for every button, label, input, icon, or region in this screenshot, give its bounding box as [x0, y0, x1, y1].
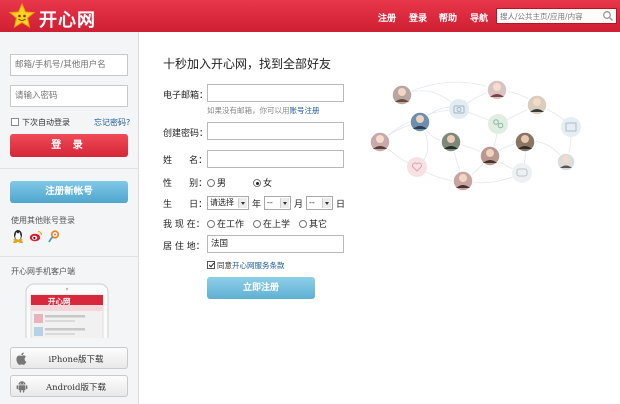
avatar-8 — [514, 131, 536, 153]
gallery-icon — [561, 117, 581, 137]
friends-icon — [488, 114, 508, 134]
auto-login[interactable]: 下次自动登录 — [11, 117, 70, 128]
birthday-year-value: 请选择 — [210, 198, 234, 207]
status-working-label: 在工作 — [217, 220, 245, 230]
day-unit: 日 — [336, 200, 346, 210]
name-label: 姓 名： — [163, 156, 208, 166]
gender-female-label: 女 — [263, 179, 273, 189]
status-school-radio[interactable] — [253, 220, 261, 228]
year-unit: 年 — [252, 200, 262, 210]
gender-option-male[interactable]: 男 — [207, 176, 226, 189]
gender-female-radio[interactable] — [253, 179, 261, 187]
month-unit: 月 — [294, 200, 304, 210]
create-password-input[interactable] — [207, 122, 344, 140]
terms-agreement[interactable]: 同意开心网服务条款 — [207, 260, 285, 271]
phone-mockup-image — [25, 283, 109, 338]
avatar-5 — [369, 131, 391, 153]
divider — [0, 168, 138, 169]
password-input[interactable] — [11, 86, 127, 106]
weibo-icon[interactable] — [29, 229, 43, 243]
auto-login-checkbox[interactable] — [11, 118, 19, 126]
android-download-label: Android版下载 — [46, 383, 106, 393]
birthday-day-select[interactable]: -- — [306, 196, 333, 210]
terms-agree-text: 同意 — [217, 261, 232, 270]
status-option-other[interactable]: 其它 — [299, 217, 327, 230]
friend-network-illustration — [369, 79, 581, 192]
message-icon — [512, 163, 532, 183]
form-title: 十秒加入开心网，找到全部好友 — [163, 57, 332, 71]
qq-icon[interactable] — [11, 229, 25, 243]
nav-navigation[interactable]: 导航 — [470, 11, 488, 24]
avatar-3 — [486, 79, 508, 101]
email-hint: 如果没有邮箱，你可以用账号注册 — [207, 105, 320, 116]
email-label: 电子邮箱： — [163, 91, 209, 101]
gender-option-female[interactable]: 女 — [253, 176, 272, 189]
chevron-down-icon — [238, 198, 247, 208]
account-field — [10, 54, 128, 76]
camera-icon — [449, 99, 469, 119]
android-download-button[interactable]: Android版下载 — [10, 375, 128, 397]
iphone-download-label: iPhone版下载 — [48, 355, 104, 365]
nav-login[interactable]: 登录 — [409, 11, 427, 24]
email-input[interactable] — [207, 84, 344, 102]
avatar-2 — [409, 111, 431, 133]
search-input[interactable] — [497, 9, 601, 23]
name-input[interactable] — [207, 150, 344, 168]
submit-register-button[interactable]: 立即注册 — [207, 277, 315, 299]
residence-label: 居 住 地： — [163, 242, 205, 252]
avatar-10 — [452, 170, 474, 192]
password-field — [10, 85, 128, 107]
status-other-label: 其它 — [309, 220, 328, 230]
auto-login-label: 下次自动登录 — [22, 118, 70, 127]
avatar-6 — [440, 131, 462, 153]
birthday-month-value: -- — [267, 198, 273, 207]
avatar-4 — [526, 94, 548, 116]
status-option-working[interactable]: 在工作 — [207, 217, 244, 230]
star-logo-icon — [8, 3, 36, 29]
phone-app-title: 开心网 — [48, 297, 71, 306]
password-label: 创建密码： — [163, 129, 209, 139]
heart-icon — [407, 157, 427, 177]
iphone-download-button[interactable]: iPhone版下载 — [10, 347, 128, 369]
avatar-9 — [556, 152, 576, 172]
logo-text: 开心网 — [39, 10, 96, 31]
tencent-weibo-icon[interactable] — [47, 229, 61, 243]
birthday-day-value: -- — [309, 198, 315, 207]
search-icon[interactable] — [601, 10, 615, 22]
terms-link[interactable]: 开心网服务条款 — [232, 261, 285, 270]
avatar-1 — [391, 84, 413, 106]
gender-male-radio[interactable] — [207, 179, 215, 187]
status-option-school[interactable]: 在上学 — [253, 217, 290, 230]
residence-input[interactable]: 法国 — [207, 235, 344, 253]
forgot-password-link[interactable]: 忘记密码? — [94, 117, 130, 128]
status-label: 我 现 在： — [163, 220, 205, 230]
chevron-down-icon — [322, 198, 331, 208]
register-button[interactable]: 注册新帐号 — [10, 181, 128, 203]
status-school-label: 在上学 — [263, 220, 291, 230]
account-input[interactable] — [11, 55, 127, 75]
mobile-client-title: 开心网手机客户端 — [11, 267, 75, 276]
login-button[interactable]: 登 录 — [10, 134, 128, 157]
terms-checkbox[interactable] — [207, 261, 215, 269]
site-logo[interactable]: 开心网 — [8, 3, 98, 31]
gender-male-label: 男 — [217, 179, 227, 189]
chevron-down-icon — [280, 198, 289, 208]
birthday-year-select[interactable]: 请选择 — [207, 196, 249, 210]
status-other-radio[interactable] — [299, 220, 307, 228]
birthday-label: 生 日： — [163, 200, 208, 210]
avatar-7 — [479, 145, 501, 167]
email-hint-text: 如果没有邮箱，你可以用 — [207, 106, 290, 115]
nav-register[interactable]: 注册 — [378, 11, 396, 24]
status-working-radio[interactable] — [207, 220, 215, 228]
login-sidebar: 下次自动登录 忘记密码? 登 录 注册新帐号 使用其他账号登录 开心网手机客户端 — [0, 32, 139, 404]
top-header: 开心网 注册 登录 帮助 导航 — [0, 0, 620, 32]
other-login-title: 使用其他账号登录 — [11, 216, 75, 225]
search-box — [496, 8, 617, 24]
gender-label: 性 别： — [163, 179, 208, 189]
divider — [0, 256, 138, 257]
nav-help[interactable]: 帮助 — [439, 11, 457, 24]
account-register-link[interactable]: 账号注册 — [290, 106, 320, 115]
birthday-month-select[interactable]: -- — [264, 196, 291, 210]
